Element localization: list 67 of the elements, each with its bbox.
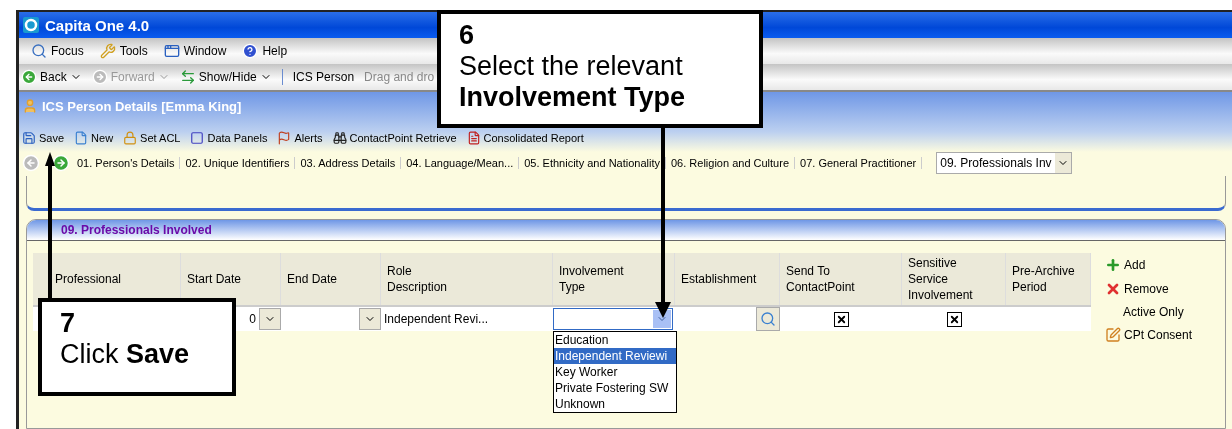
padlock-icon xyxy=(123,131,138,145)
binoculars-icon xyxy=(332,131,347,145)
edit-icon xyxy=(1105,327,1121,343)
step-number: 6 xyxy=(459,20,476,51)
date-dropdown-button[interactable] xyxy=(259,308,281,330)
checkbox[interactable] xyxy=(946,311,962,327)
plus-icon xyxy=(1105,257,1121,273)
section-tab[interactable]: 04. Language/Mean... xyxy=(401,157,520,169)
checkbox[interactable] xyxy=(833,311,849,327)
section-tab[interactable]: 06. Religion and Culture xyxy=(666,157,796,169)
menu-item[interactable]: Focus xyxy=(31,43,84,59)
date-dropdown-button[interactable] xyxy=(359,308,381,330)
search-button[interactable] xyxy=(756,307,780,331)
report-icon xyxy=(466,131,481,145)
drag-hint: Drag and dro xyxy=(364,70,435,84)
panel-icon xyxy=(190,131,205,145)
active-only-toggle[interactable]: Active Only xyxy=(1105,305,1193,319)
section-tab[interactable]: 02. Unique Identifiers xyxy=(180,157,296,169)
nav-button[interactable]: Show/Hide xyxy=(179,69,272,85)
column-header: End Date xyxy=(281,253,381,305)
action-button[interactable]: CPt Consent xyxy=(1105,327,1193,343)
help-icon xyxy=(242,43,259,59)
section-title: 09. Professionals Involved xyxy=(61,223,212,237)
menu-item[interactable]: Window xyxy=(163,43,227,59)
action-button[interactable]: Add xyxy=(1105,257,1193,273)
toolbar-button[interactable]: Consolidated Report xyxy=(466,131,584,145)
flag-icon xyxy=(277,131,292,145)
toolbar-button[interactable]: Data Panels xyxy=(190,131,268,145)
column-header: Sensitive Service Involvement xyxy=(902,253,1006,305)
column-header: Establishment xyxy=(675,253,780,305)
section-tab[interactable]: 01. Person's Details xyxy=(72,157,181,169)
column-header: Pre-Archive Period xyxy=(1006,253,1091,305)
instruction-text: Click Save xyxy=(60,339,191,370)
nav-button[interactable]: Back xyxy=(21,69,82,85)
instruction-text: Select the relevant Involvement Type xyxy=(459,51,687,113)
window-icon xyxy=(163,43,180,59)
section-tab[interactable]: 05. Ethnicity and Nationality xyxy=(519,157,666,169)
toolbar-button[interactable]: New xyxy=(74,131,114,145)
window-title: Capita One 4.0 xyxy=(45,16,150,34)
toolbar-button[interactable]: ContactPoint Retrieve xyxy=(332,131,457,145)
person-icon xyxy=(22,98,38,114)
column-header: Send To ContactPoint xyxy=(780,253,902,305)
column-header: Role Description xyxy=(381,253,553,305)
step-number: 7 xyxy=(60,308,77,339)
toolbar-button[interactable]: Alerts xyxy=(277,131,323,145)
panel-select[interactable]: 09. Professionals Inv xyxy=(936,152,1073,174)
involvement-combo[interactable] xyxy=(553,308,673,330)
table-cell-text: 0 xyxy=(248,312,257,326)
section-tab[interactable]: 07. General Practitioner xyxy=(795,157,923,169)
toolbar-button[interactable]: Save xyxy=(22,131,65,145)
magnifier-icon xyxy=(31,43,47,59)
document-icon xyxy=(74,131,89,145)
table-cell-text: Independent Revi... xyxy=(383,312,490,326)
dropdown-option[interactable]: Independent Reviewi xyxy=(554,348,676,364)
menu-item[interactable]: Tools xyxy=(99,43,148,59)
action-button[interactable]: Remove xyxy=(1105,281,1193,297)
child-window-title: ICS Person Details [Emma King] xyxy=(42,98,242,114)
menu-item[interactable]: Help xyxy=(242,43,288,59)
section-tab[interactable]: 03. Address Details xyxy=(295,157,402,169)
swap-arrows-icon xyxy=(179,69,196,85)
app-logo-icon xyxy=(23,17,39,33)
search-icon xyxy=(760,311,776,327)
forward-circle-icon[interactable] xyxy=(52,154,70,172)
wrench-icon xyxy=(99,43,116,59)
context-label: ICS Person xyxy=(292,70,355,84)
toolbar-button[interactable]: Set ACL xyxy=(123,131,181,145)
cross-icon xyxy=(1105,281,1121,297)
